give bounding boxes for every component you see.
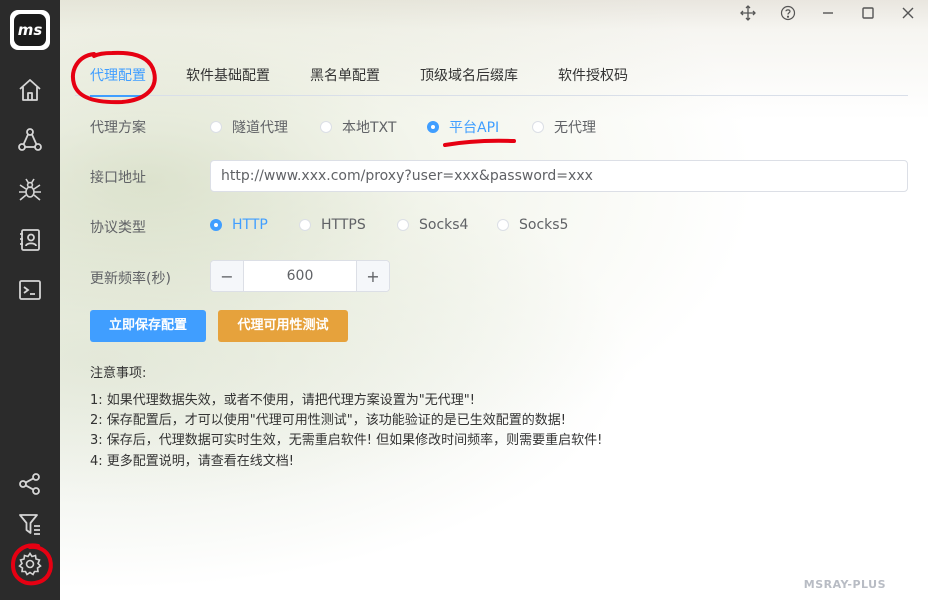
radio-label: Socks5: [519, 217, 569, 233]
terminal-icon[interactable]: [14, 274, 46, 306]
radio-tunnel-proxy[interactable]: 隧道代理: [210, 117, 288, 137]
title-bar: [728, 0, 928, 26]
main-panel: 代理配置 软件基础配置 黑名单配置 顶级域名后缀库 软件授权码 代理方案 隧道代…: [60, 0, 928, 600]
maximize-icon[interactable]: [848, 0, 888, 26]
note-item: 3: 保存后，代理数据可实时生效，无需重启软件! 但如果修改时间频率，则需要重启…: [90, 433, 603, 448]
radio-socks4[interactable]: Socks4: [397, 217, 468, 233]
home-icon[interactable]: [14, 74, 46, 106]
radio-label: Socks4: [419, 217, 469, 233]
api-url-input[interactable]: http://www.xxx.com/proxy?user=xxx&passwo…: [210, 160, 908, 192]
radio-dot: [210, 121, 222, 133]
radio-https[interactable]: HTTPS: [299, 217, 366, 233]
proxy-mode-label: 代理方案: [90, 120, 146, 136]
radio-label: 本地TXT: [342, 120, 397, 136]
radio-label: HTTP: [232, 217, 268, 233]
tab-basic-config[interactable]: 软件基础配置: [186, 58, 270, 94]
sidebar: ms: [0, 0, 60, 600]
refresh-interval-input[interactable]: 600: [244, 261, 356, 291]
protocol-label: 协议类型: [90, 220, 146, 236]
filter-icon[interactable]: [14, 508, 46, 540]
share-icon[interactable]: [14, 468, 46, 500]
spider-icon[interactable]: [14, 174, 46, 206]
notes-title: 注意事项:: [90, 366, 147, 381]
gear-icon[interactable]: [14, 548, 46, 580]
increment-button[interactable]: +: [356, 261, 389, 291]
minimize-icon[interactable]: [808, 0, 848, 26]
contacts-icon[interactable]: [14, 224, 46, 256]
radio-dot: [497, 219, 509, 231]
tab-proxy-config[interactable]: 代理配置: [90, 58, 146, 94]
app-logo: ms: [10, 10, 50, 50]
radio-no-proxy[interactable]: 无代理: [532, 117, 596, 137]
radio-dot: [320, 121, 332, 133]
radio-dot: [397, 219, 409, 231]
tab-active-indicator: [90, 95, 146, 97]
note-item: 1: 如果代理数据失效，或者不使用，请把代理方案设置为"无代理"!: [90, 393, 475, 408]
radio-label: 隧道代理: [232, 120, 288, 136]
tab-blacklist-config[interactable]: 黑名单配置: [310, 58, 380, 94]
help-icon[interactable]: [768, 0, 808, 26]
radio-dot: [427, 121, 439, 133]
radio-label: 平台API: [449, 120, 500, 136]
proxy-test-button[interactable]: 代理可用性测试: [218, 310, 348, 342]
logo-text: ms: [14, 14, 46, 46]
save-config-button[interactable]: 立即保存配置: [90, 310, 206, 342]
tab-tld-library[interactable]: 顶级域名后缀库: [420, 58, 518, 94]
move-icon[interactable]: [728, 0, 768, 26]
note-item: 2: 保存配置后，才可以使用"代理可用性测试"，该功能验证的是已生效配置的数据!: [90, 413, 566, 428]
network-icon[interactable]: [14, 124, 46, 156]
refresh-interval-stepper: − 600 +: [210, 260, 390, 292]
radio-dot: [299, 219, 311, 231]
radio-dot: [532, 121, 544, 133]
radio-label: 无代理: [554, 120, 596, 136]
note-item: 4: 更多配置说明，请查看在线文档!: [90, 454, 294, 469]
radio-label: HTTPS: [321, 217, 366, 233]
radio-dot: [210, 219, 222, 231]
radio-socks5[interactable]: Socks5: [497, 217, 568, 233]
brand-watermark: MSRAY-PLUS: [803, 578, 886, 591]
tab-license-code[interactable]: 软件授权码: [558, 58, 628, 94]
radio-platform-api[interactable]: 平台API: [427, 117, 499, 137]
tab-bar: 代理配置 软件基础配置 黑名单配置 顶级域名后缀库 软件授权码: [75, 58, 908, 97]
api-url-label: 接口地址: [90, 170, 146, 186]
radio-local-txt[interactable]: 本地TXT: [320, 117, 396, 137]
refresh-interval-label: 更新频率(秒): [90, 271, 171, 287]
close-icon[interactable]: [888, 0, 928, 26]
radio-http[interactable]: HTTP: [210, 217, 268, 233]
decrement-button[interactable]: −: [211, 261, 244, 291]
